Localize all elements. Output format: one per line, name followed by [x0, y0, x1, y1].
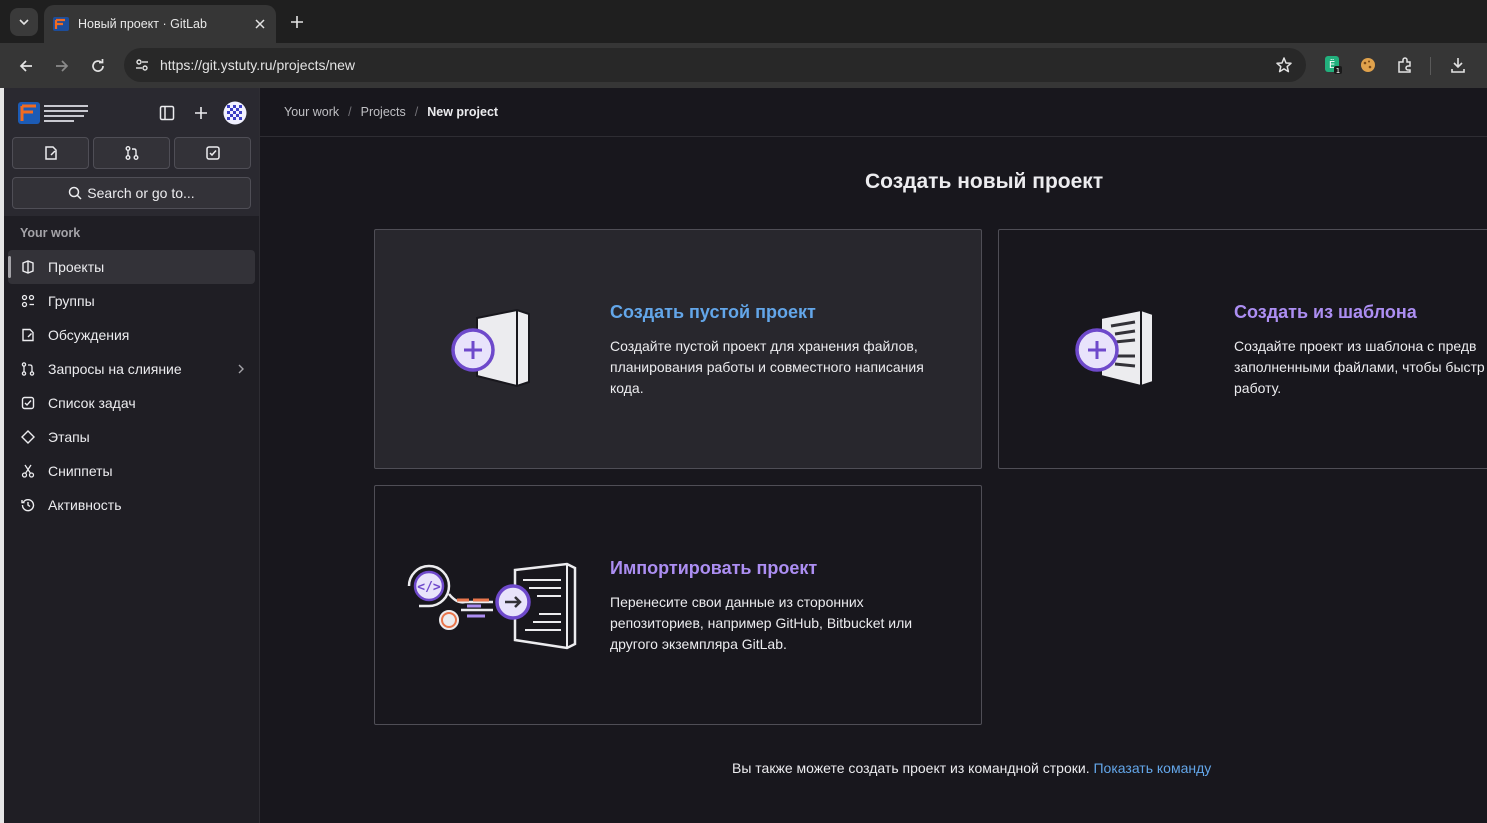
create-new-button[interactable]: [188, 100, 214, 126]
blank-project-illustration-icon: [451, 308, 530, 388]
arrow-left-icon: [19, 60, 32, 72]
reload-button[interactable]: [83, 51, 113, 81]
toggle-sidebar-button[interactable]: [154, 100, 180, 126]
address-bar[interactable]: https://git.ystuty.ru/projects/new: [124, 48, 1306, 82]
sidebar-item-activity[interactable]: Активность: [8, 488, 255, 522]
reload-icon: [92, 59, 104, 72]
merge-request-icon: [20, 361, 36, 377]
tab-title: Новый проект · GitLab: [78, 17, 207, 31]
browser-tab-bar: Новый проект · GitLab: [0, 0, 1487, 43]
chevron-down-icon: [19, 19, 29, 26]
issues-icon: [44, 146, 57, 160]
card-title[interactable]: Создать пустой проект: [610, 302, 816, 323]
show-command-link[interactable]: Показать команду: [1093, 760, 1211, 776]
user-avatar-button[interactable]: [222, 100, 248, 126]
main-content: Your work / Projects / New project Созда…: [260, 88, 1487, 823]
sidebar-item-merge-requests[interactable]: Запросы на слияние: [8, 352, 255, 386]
issues-icon: [20, 327, 36, 343]
sidebar-header: Search or go to...: [4, 88, 259, 216]
sidebar-item-label: Список задач: [48, 395, 136, 411]
extensions-puzzle-icon[interactable]: [1393, 53, 1417, 77]
gitlab-favicon-icon: [53, 17, 69, 31]
breadcrumb-projects[interactable]: Projects: [361, 105, 406, 119]
sidebar-section-title: Your work: [20, 226, 81, 240]
import-project-illustration-icon: </>: [407, 562, 577, 650]
history-icon: [20, 497, 36, 513]
sidebar-item-snippets[interactable]: Сниппеты: [8, 454, 255, 488]
breadcrumb-separator: /: [348, 105, 352, 119]
tab-search-button[interactable]: [10, 8, 38, 36]
snippet-icon: [20, 463, 36, 479]
cli-hint: Вы также можете создать проект из команд…: [732, 760, 1211, 776]
search-button[interactable]: Search or go to...: [12, 177, 251, 209]
import-project-card[interactable]: </> Импортировать проект Перенесите свои…: [374, 485, 982, 725]
url-text: https://git.ystuty.ru/projects/new: [160, 57, 356, 73]
sidebar-item-label: Этапы: [48, 429, 90, 445]
sidebar-item-issues[interactable]: Обсуждения: [8, 318, 255, 352]
browser-toolbar: https://git.ystuty.ru/projects/new Ё1: [0, 43, 1487, 88]
breadcrumb-new-project[interactable]: New project: [427, 105, 498, 119]
header-divider: [260, 136, 1487, 137]
sidebar-item-label: Проекты: [48, 259, 105, 275]
group-icon: [20, 293, 36, 309]
sidebar-nav: Проекты Группы Обсуждения Запросы на сли…: [8, 250, 255, 522]
site-info-icon[interactable]: [130, 53, 154, 77]
todo-icon: [205, 146, 220, 160]
sidebar-item-todos[interactable]: Список задач: [8, 386, 255, 420]
extension-cookie-icon[interactable]: [1356, 53, 1380, 77]
create-blank-project-card[interactable]: Создать пустой проект Создайте пустой пр…: [374, 229, 982, 469]
forward-button[interactable]: [47, 51, 77, 81]
template-project-illustration-icon: [1075, 308, 1154, 388]
card-title[interactable]: Создать из шаблона: [1234, 302, 1417, 323]
card-description: Создайте пустой проект для хранения файл…: [610, 338, 924, 396]
issues-button[interactable]: [12, 137, 89, 169]
project-icon: [20, 259, 36, 275]
sidebar-item-groups[interactable]: Группы: [8, 284, 255, 318]
breadcrumb-your-work[interactable]: Your work: [284, 105, 339, 119]
sidebar: Search or go to... Your work Проекты Гру…: [4, 88, 260, 823]
sidebar-item-milestones[interactable]: Этапы: [8, 420, 255, 454]
back-button[interactable]: [11, 51, 41, 81]
page-title: Создать новый проект: [865, 170, 1104, 193]
new-tab-button[interactable]: [284, 9, 310, 35]
browser-tab[interactable]: Новый проект · GitLab: [44, 5, 276, 43]
sidebar-item-projects[interactable]: Проекты: [8, 250, 255, 284]
svg-text:1: 1: [1336, 67, 1340, 75]
breadcrumb: Your work / Projects / New project: [284, 105, 498, 119]
toolbar-divider: [1430, 57, 1431, 75]
sidebar-item-label: Сниппеты: [48, 463, 113, 479]
arrow-right-icon: [56, 60, 69, 72]
close-icon: [255, 19, 265, 29]
card-description: Создайте проект из шаблона с предв запол…: [1234, 338, 1485, 396]
search-icon: [69, 186, 82, 200]
tab-close-button[interactable]: [248, 12, 272, 36]
todos-button[interactable]: [174, 137, 251, 169]
create-from-template-card[interactable]: Создать из шаблона Создайте проект из ша…: [998, 229, 1487, 469]
card-description: Перенесите свои данные из сторонних репо…: [610, 594, 913, 652]
svg-text:</>: </>: [417, 580, 441, 595]
milestone-icon: [20, 429, 36, 445]
cli-hint-text: Вы также можете создать проект из команд…: [732, 760, 1090, 776]
card-title[interactable]: Импортировать проект: [610, 558, 817, 579]
merge-requests-button[interactable]: [93, 137, 170, 169]
sidebar-item-label: Запросы на слияние: [48, 361, 182, 377]
downloads-icon[interactable]: [1446, 53, 1470, 77]
ystu-logo-icon[interactable]: [18, 100, 92, 126]
todo-icon: [20, 395, 36, 411]
chevron-right-icon[interactable]: [237, 363, 245, 375]
plus-icon: [195, 107, 207, 119]
search-label: Search or go to...: [87, 185, 195, 201]
sidebar-item-label: Группы: [48, 293, 95, 309]
plus-icon: [291, 16, 303, 28]
sidebar-item-label: Активность: [48, 497, 122, 513]
avatar-icon: [223, 101, 247, 125]
sidebar-item-label: Обсуждения: [48, 327, 130, 343]
bookmark-star-icon[interactable]: [1272, 53, 1296, 77]
sidebar-quick-actions: [12, 137, 251, 169]
breadcrumb-separator: /: [414, 105, 419, 119]
extension-translate-icon[interactable]: Ё1: [1321, 53, 1345, 77]
sidebar-toggle-icon: [159, 105, 175, 121]
merge-request-icon: [125, 146, 138, 160]
